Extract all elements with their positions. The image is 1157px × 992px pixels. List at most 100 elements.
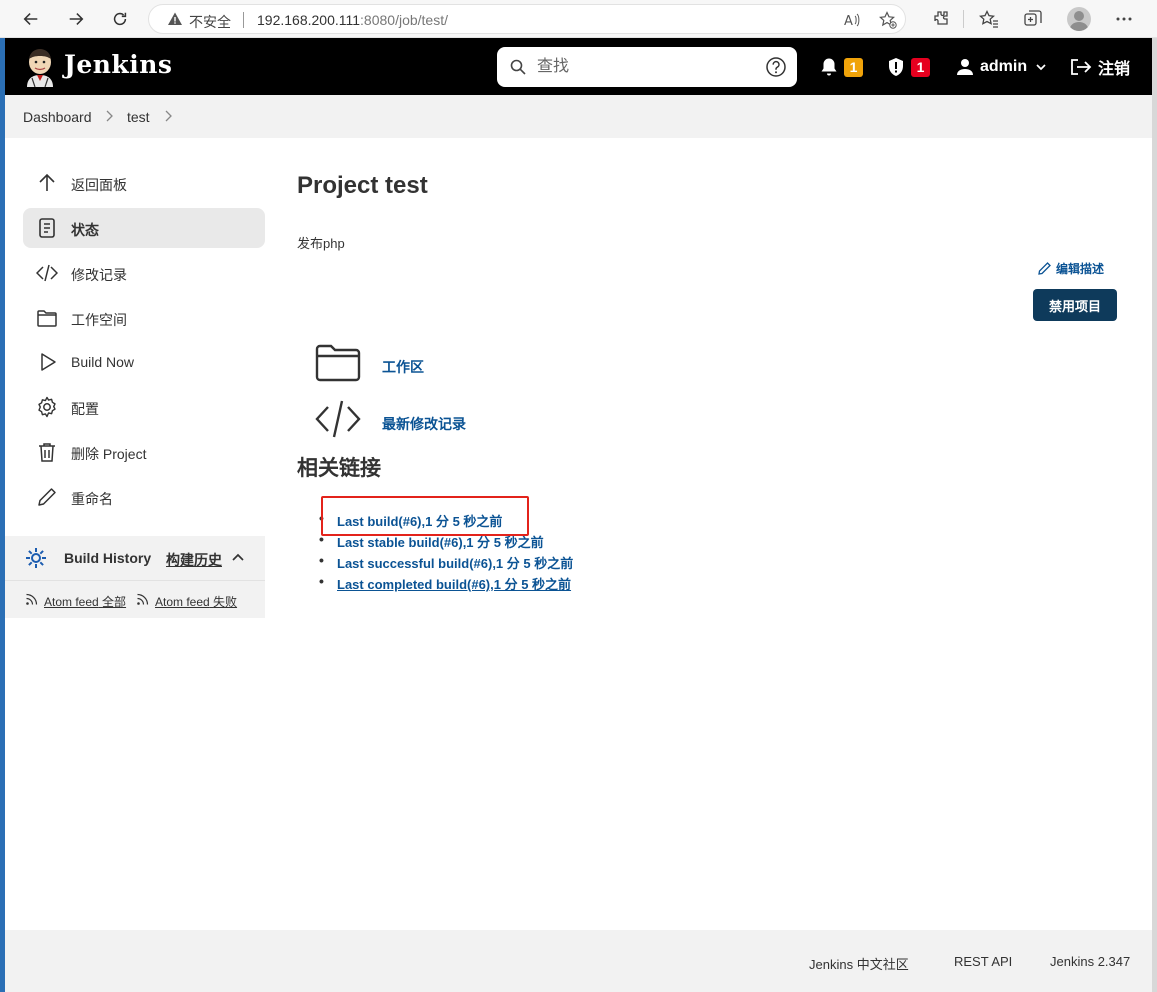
user-name: admin bbox=[980, 58, 1028, 75]
desktop-edge-right bbox=[1152, 38, 1157, 992]
chevron-down-icon bbox=[1036, 64, 1046, 71]
search-box[interactable] bbox=[497, 47, 797, 87]
task-label: Build Now bbox=[71, 354, 135, 370]
favorite-add-icon[interactable] bbox=[879, 11, 897, 29]
edit-description-label: 编辑描述 bbox=[1056, 261, 1105, 276]
desktop-edge-left bbox=[0, 38, 5, 992]
folder-icon[interactable] bbox=[314, 341, 362, 385]
task-workspace[interactable]: 工作空间 bbox=[23, 298, 265, 338]
folder-icon bbox=[37, 310, 57, 327]
task-build-now[interactable]: Build Now bbox=[23, 342, 265, 382]
version-link[interactable]: Jenkins 2.347 bbox=[1050, 954, 1130, 969]
reload-button[interactable] bbox=[107, 6, 133, 32]
chevron-right-icon bbox=[106, 110, 113, 122]
arrow-left-icon bbox=[23, 13, 38, 25]
logout-icon bbox=[1071, 59, 1092, 75]
help-icon[interactable] bbox=[765, 56, 787, 78]
task-label: 工作空间 bbox=[71, 312, 127, 328]
build-history-title: Build History bbox=[64, 550, 152, 566]
forward-button[interactable] bbox=[63, 6, 89, 32]
shield-icon bbox=[889, 58, 903, 76]
related-links-heading: 相关链接 bbox=[297, 457, 381, 480]
url-text: 192.168.200.111:8080/job/test/ bbox=[257, 12, 448, 28]
task-back-to-dashboard[interactable]: 返回面板 bbox=[23, 163, 265, 203]
breadcrumb: Dashboard test bbox=[5, 95, 1152, 138]
profile-avatar[interactable] bbox=[1067, 7, 1091, 31]
notifications-badge: 1 bbox=[844, 57, 863, 77]
edit-description-link[interactable]: 编辑描述 bbox=[1037, 259, 1104, 277]
atom-feed-failed-label: 失败 bbox=[213, 595, 238, 609]
search-input[interactable] bbox=[537, 55, 757, 79]
build-history-header: Build History 构建历史 bbox=[5, 536, 265, 580]
task-status[interactable]: 状态 bbox=[23, 208, 265, 248]
url-host: 192.168.200.111 bbox=[257, 12, 361, 28]
atom-feed-all-label: 全部 bbox=[102, 595, 127, 609]
atom-feeds: Atom feed 全部 Atom feed 失败 bbox=[5, 580, 265, 618]
breadcrumb-dashboard[interactable]: Dashboard bbox=[23, 109, 92, 125]
atom-feed-all-link[interactable]: Atom feed 全部 bbox=[44, 593, 126, 610]
page-title: Project test bbox=[297, 172, 428, 199]
chevron-right-icon[interactable] bbox=[163, 109, 173, 123]
jenkins-header: Jenkins 1 1 admin 注销 bbox=[5, 38, 1152, 95]
search-icon bbox=[510, 59, 526, 75]
back-button[interactable] bbox=[18, 6, 44, 32]
workspace-link[interactable]: 工作区 bbox=[382, 357, 424, 377]
task-configure[interactable]: 配置 bbox=[23, 387, 265, 427]
build-trend-link[interactable]: 构建历史 bbox=[166, 550, 222, 570]
user-menu[interactable]: admin bbox=[956, 56, 1047, 78]
reload-icon bbox=[113, 12, 127, 26]
toolbar-divider bbox=[963, 10, 964, 28]
breadcrumb-test[interactable]: test bbox=[127, 109, 150, 125]
rest-api-link[interactable]: REST API bbox=[954, 954, 1012, 969]
task-changes[interactable]: 修改记录 bbox=[23, 253, 265, 293]
task-rename[interactable]: 重命名 bbox=[23, 477, 265, 517]
notifications-button[interactable]: 1 bbox=[820, 56, 863, 78]
build-history-icon bbox=[26, 548, 46, 568]
user-icon bbox=[957, 59, 973, 75]
code-icon[interactable] bbox=[314, 397, 362, 441]
disable-project-button[interactable]: 禁用项目 bbox=[1033, 289, 1117, 321]
code-icon bbox=[36, 264, 58, 282]
atom-feed-failed-link[interactable]: Atom feed 失败 bbox=[155, 593, 237, 610]
address-bar[interactable]: 不安全 192.168.200.111:8080/job/test/ A bbox=[148, 4, 906, 34]
more-icon[interactable] bbox=[1114, 9, 1134, 29]
atom-feed-label: Atom feed bbox=[155, 595, 210, 609]
task-label: 删除 Project bbox=[71, 446, 147, 462]
task-label: 返回面板 bbox=[71, 177, 127, 193]
jenkins-logo-icon[interactable] bbox=[23, 47, 57, 87]
insecure-label: 不安全 bbox=[189, 14, 231, 30]
collections-icon[interactable] bbox=[1023, 9, 1043, 29]
trash-icon bbox=[39, 443, 55, 462]
task-label: 修改记录 bbox=[71, 267, 127, 283]
security-button[interactable]: 1 bbox=[887, 56, 930, 78]
address-divider bbox=[243, 12, 244, 28]
arrow-right-icon bbox=[69, 13, 84, 25]
favorites-icon[interactable] bbox=[979, 9, 999, 29]
rss-icon bbox=[137, 593, 149, 605]
last-completed-build-link[interactable]: Last completed build(#6),1 分 5 秒之前 bbox=[337, 574, 571, 593]
atom-feed-label: Atom feed bbox=[44, 595, 99, 609]
logout-label: 注销 bbox=[1098, 61, 1131, 78]
community-link[interactable]: Jenkins 中文社区 bbox=[809, 954, 909, 973]
jenkins-brand[interactable]: Jenkins bbox=[64, 50, 172, 79]
play-icon bbox=[41, 353, 56, 371]
browser-toolbar: 不安全 192.168.200.111:8080/job/test/ A bbox=[0, 0, 1157, 38]
bell-icon bbox=[821, 58, 837, 76]
task-delete-project[interactable]: 删除 Project bbox=[23, 432, 265, 472]
read-aloud-icon[interactable]: A bbox=[843, 11, 861, 29]
page-footer: Jenkins 中文社区 REST API Jenkins 2.347 bbox=[5, 930, 1152, 992]
rss-icon bbox=[26, 593, 38, 605]
recent-changes-link[interactable]: 最新修改记录 bbox=[382, 414, 466, 434]
task-label: 重命名 bbox=[71, 491, 113, 507]
project-description: 发布php bbox=[297, 236, 345, 251]
annotation-highlight-box bbox=[321, 496, 529, 536]
task-label: 状态 bbox=[71, 222, 99, 238]
pencil-icon bbox=[1038, 261, 1051, 275]
last-successful-build-link[interactable]: Last successful build(#6),1 分 5 秒之前 bbox=[337, 553, 573, 572]
extensions-icon[interactable] bbox=[931, 9, 951, 29]
task-label: 配置 bbox=[71, 401, 99, 417]
build-history-panel: Build History 构建历史 Atom feed 全部 Atom fee… bbox=[5, 536, 265, 618]
logout-link[interactable]: 注销 bbox=[1070, 56, 1130, 78]
chevron-up-icon[interactable] bbox=[231, 551, 245, 565]
svg-text:A: A bbox=[844, 14, 853, 29]
